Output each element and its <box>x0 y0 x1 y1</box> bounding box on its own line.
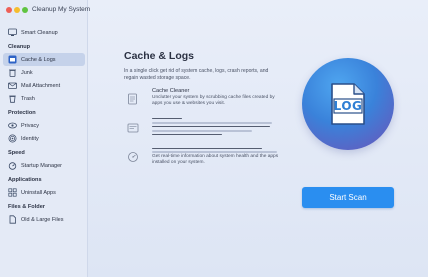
sidebar-item-cache-logs[interactable]: Cache & Logs <box>3 53 85 66</box>
monitor-icon <box>8 28 17 37</box>
obscured-feature-title <box>152 118 182 120</box>
section-heading-applications: Applications <box>8 177 42 183</box>
sidebar-item-label: Identity <box>21 135 39 142</box>
sidebar-item-label: Junk <box>21 69 33 76</box>
section-heading-speed: Speed <box>8 150 25 156</box>
sidebar-item-label: Trash <box>21 95 35 102</box>
log-cleaner-icon <box>127 121 139 133</box>
sidebar-item-privacy[interactable]: Privacy <box>3 119 85 132</box>
feature-title-cache-cleaner: Cache Cleaner <box>152 88 190 94</box>
feature-desc-cache-cleaner: Unclutter your system by scrubbing cache… <box>152 95 275 107</box>
zoom-window-button[interactable] <box>22 7 28 13</box>
obscured-line <box>152 151 277 153</box>
section-heading-cleanup: Cleanup <box>8 44 31 50</box>
cache-logs-icon <box>8 55 17 64</box>
mail-icon <box>8 81 17 90</box>
page-subtitle: In a single click get rid of system cach… <box>124 68 269 81</box>
sidebar-item-label: Privacy <box>21 122 40 129</box>
sidebar-item-trash[interactable]: Trash <box>3 92 85 105</box>
sidebar-item-label: Cache & Logs <box>21 56 56 63</box>
sidebar-item-startup-manager[interactable]: Startup Manager <box>3 159 85 172</box>
minimize-window-button[interactable] <box>14 7 20 13</box>
sidebar-item-uninstall-apps[interactable]: Uninstall Apps <box>3 186 85 199</box>
obscured-line <box>152 134 222 136</box>
fingerprint-icon <box>8 134 17 143</box>
uninstall-icon <box>8 188 17 197</box>
log-document-icon: LOG <box>330 82 366 126</box>
section-heading-protection: Protection <box>8 110 36 116</box>
title-bar: Cleanup My System <box>0 0 91 20</box>
sidebar-item-label: Startup Manager <box>21 162 62 169</box>
start-scan-button[interactable]: Start Scan <box>302 187 394 208</box>
sidebar-nav: Smart Cleanup Cleanup Cache & Logs Junk <box>0 22 88 226</box>
feature-desc-system-info: Get real-time information about system h… <box>152 154 279 166</box>
obscured-line <box>152 122 272 124</box>
sidebar-item-identity[interactable]: Identity <box>3 132 85 145</box>
sidebar: Cleanup My System Smart Cleanup Cleanup … <box>0 0 91 277</box>
section-heading-files-folder: Files & Folder <box>8 204 45 210</box>
sidebar-item-mail-attachment[interactable]: Mail Attachment <box>3 79 85 92</box>
sidebar-item-junk[interactable]: Junk <box>3 66 85 79</box>
files-icon <box>8 215 17 224</box>
trash-can-icon <box>8 68 17 77</box>
main-content: Cache & Logs In a single click get rid o… <box>89 0 428 277</box>
privacy-icon <box>8 121 17 130</box>
obscured-line <box>152 126 270 128</box>
sidebar-item-smart-cleanup[interactable]: Smart Cleanup <box>3 26 85 39</box>
sidebar-item-label: Mail Attachment <box>21 82 61 89</box>
log-logo: LOG <box>302 58 394 150</box>
app-title: Cleanup My System <box>32 6 91 13</box>
obscured-line <box>152 130 252 132</box>
cache-cleaner-icon <box>127 92 139 105</box>
close-window-button[interactable] <box>6 7 12 13</box>
app-window: Cleanup My System Smart Cleanup Cleanup … <box>0 0 428 277</box>
sidebar-item-label: Uninstall Apps <box>21 189 56 196</box>
logo-text: LOG <box>333 99 363 113</box>
startup-icon <box>8 161 17 170</box>
page-title: Cache & Logs <box>124 50 195 62</box>
sidebar-item-old-large-files[interactable]: Old & Large Files <box>3 213 85 226</box>
sidebar-item-label: Smart Cleanup <box>21 29 58 36</box>
sidebar-item-label: Old & Large Files <box>21 216 64 223</box>
system-info-icon <box>127 150 139 162</box>
obscured-line <box>152 148 262 150</box>
trash-icon <box>8 94 17 103</box>
